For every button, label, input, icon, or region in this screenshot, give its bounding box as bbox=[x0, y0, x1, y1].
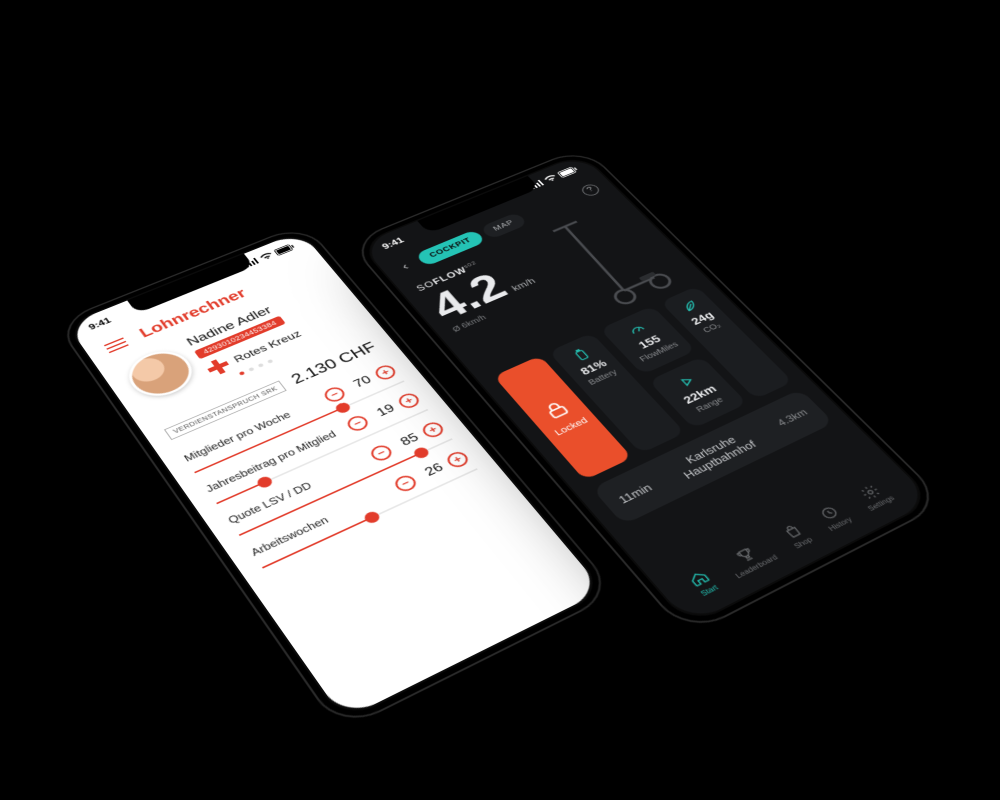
dest-name: Karlsruhe Hauptbahnhof bbox=[653, 420, 777, 490]
help-button[interactable]: ? bbox=[579, 182, 602, 197]
trophy-icon bbox=[732, 545, 759, 566]
slider-track[interactable] bbox=[236, 435, 456, 540]
minus-button[interactable]: − bbox=[392, 473, 420, 494]
plus-button[interactable]: + bbox=[444, 449, 472, 469]
back-button[interactable]: ‹ bbox=[395, 259, 415, 273]
lock-icon bbox=[538, 397, 575, 423]
wifi-icon bbox=[543, 174, 559, 183]
bottom-nav: Start Leaderboard Shop History bbox=[667, 468, 911, 608]
wifi-icon bbox=[259, 252, 275, 262]
menu-icon[interactable] bbox=[104, 337, 129, 353]
nav-start[interactable]: Start bbox=[685, 568, 720, 598]
nav-settings[interactable]: Settings bbox=[852, 480, 896, 512]
destination-card[interactable]: 11min Karlsruhe Hauptbahnhof 4.3km bbox=[592, 389, 835, 525]
speed-unit: km/h bbox=[509, 276, 537, 293]
battery-icon bbox=[557, 165, 579, 177]
tile-locked[interactable]: Locked bbox=[494, 355, 633, 480]
minus-button[interactable]: − bbox=[368, 443, 395, 463]
dest-eta: 11min bbox=[615, 481, 654, 506]
status-time: 9:41 bbox=[380, 236, 406, 252]
home-icon bbox=[685, 568, 713, 589]
nav-leaderboard[interactable]: Leaderboard bbox=[720, 539, 779, 580]
status-time: 9:41 bbox=[87, 316, 113, 332]
dest-distance: 4.3km bbox=[775, 407, 810, 429]
nav-history[interactable]: History bbox=[813, 501, 854, 532]
battery-icon bbox=[273, 243, 296, 256]
bag-icon bbox=[779, 521, 806, 541]
history-icon bbox=[816, 503, 843, 523]
tile-range[interactable]: 22km Range bbox=[649, 356, 748, 428]
gear-icon bbox=[857, 483, 884, 503]
red-cross-icon bbox=[204, 357, 233, 378]
nav-shop[interactable]: Shop bbox=[779, 521, 815, 550]
range-icon bbox=[675, 372, 700, 390]
slider-work-weeks: Arbeitswochen − 26 + bbox=[247, 449, 481, 572]
slider-track[interactable] bbox=[259, 464, 481, 572]
